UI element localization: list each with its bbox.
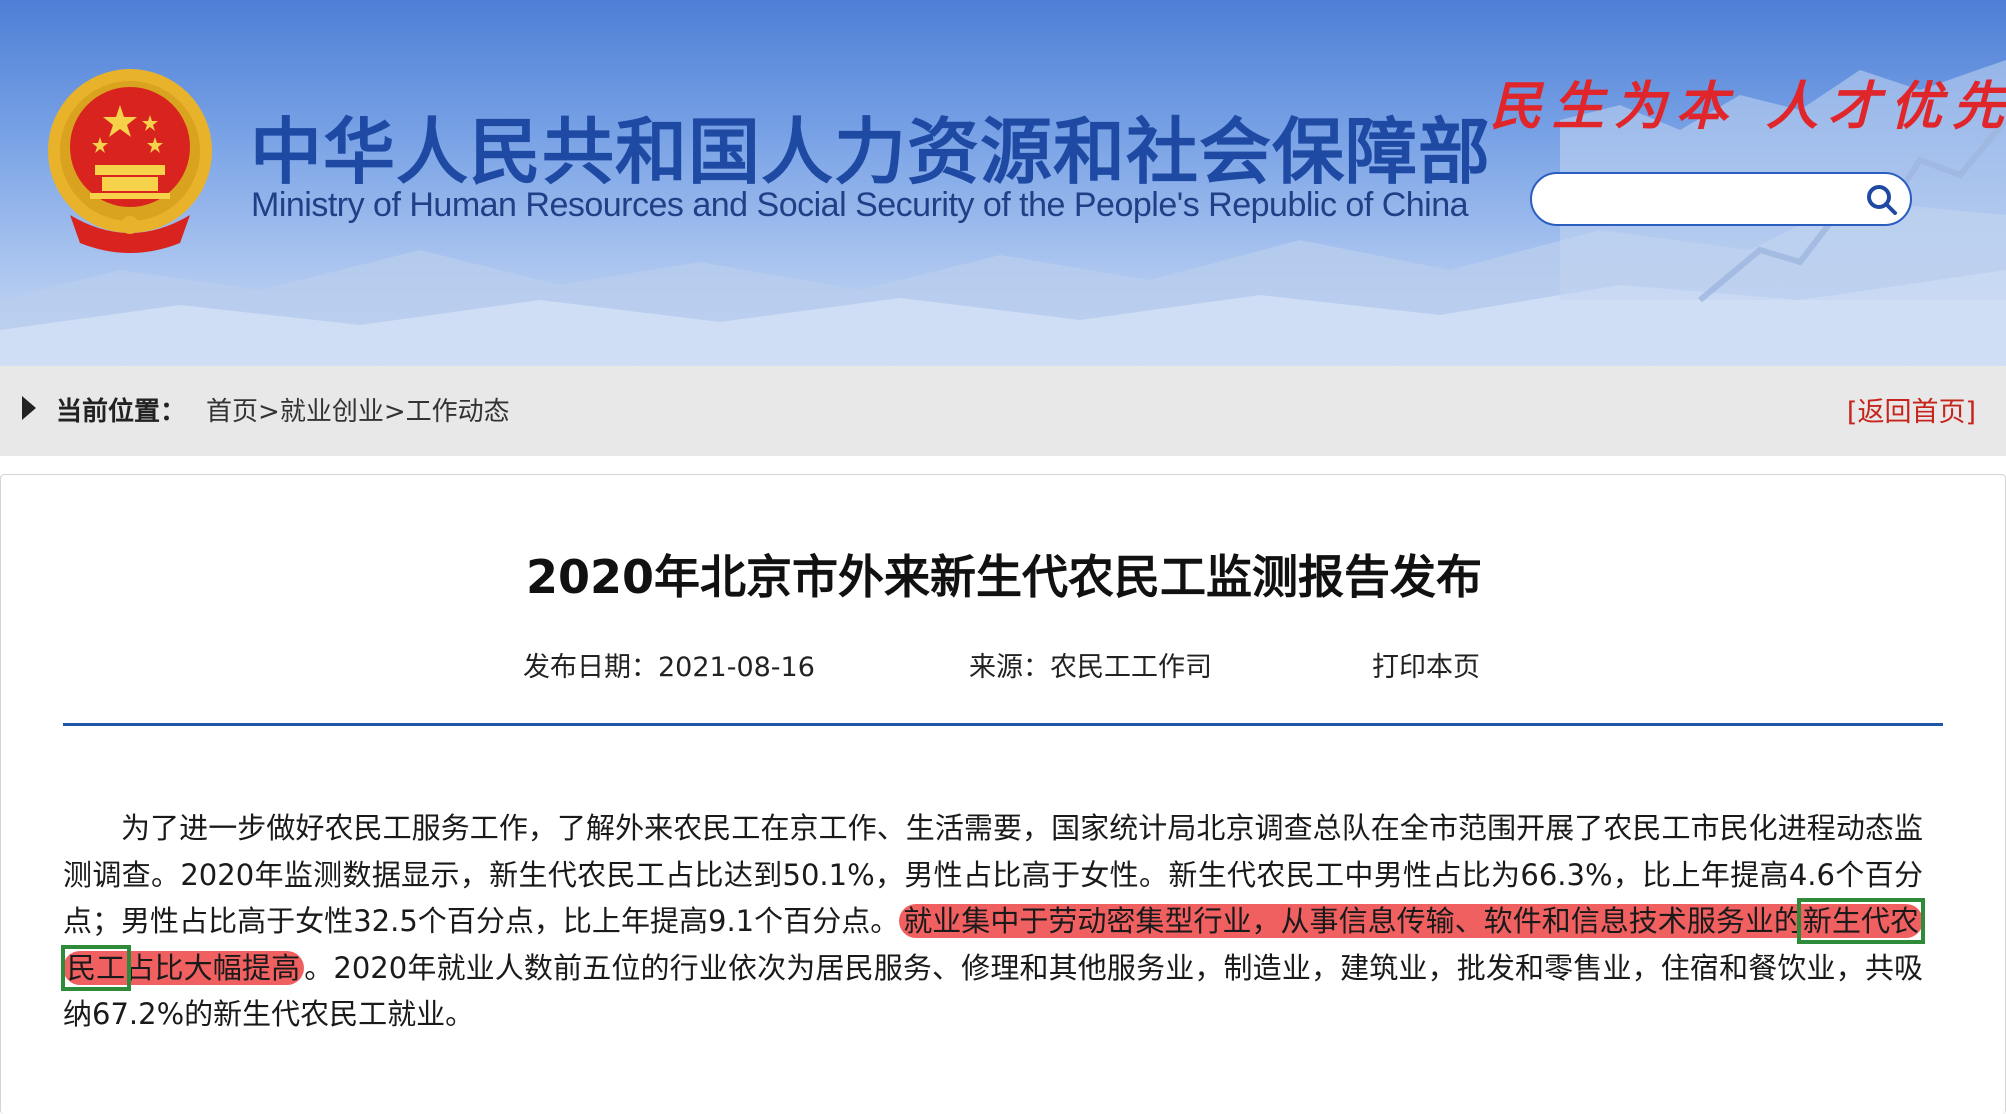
breadcrumb-link-work-news[interactable]: 工作动态 <box>406 397 510 427</box>
breadcrumb-label: 当前位置： <box>56 397 187 427</box>
article-source: 来源：农民工工作司 <box>969 652 1212 683</box>
breadcrumb-separator: > <box>258 397 280 427</box>
publish-date: 发布日期：2021-08-16 <box>523 652 815 683</box>
search-input[interactable] <box>1554 180 1858 220</box>
search-box[interactable] <box>1530 172 1912 226</box>
site-title: 中华人民共和国人力资源和社会保障部 <box>250 110 1492 194</box>
header-banner: 中华人民共和国人力资源和社会保障部 Ministry of Human Reso… <box>0 0 2006 366</box>
article-body: 为了进一步做好农民工服务工作，了解外来农民工在京工作、生活需要，国家统计局北京调… <box>61 805 1925 1038</box>
slogan: 民生为本 人才优先 <box>1490 76 2006 137</box>
meta-divider <box>63 723 1943 726</box>
breadcrumb-separator: > <box>383 397 406 427</box>
article-title: 2020年北京市外来新生代农民工监测报告发布 <box>525 550 1483 604</box>
play-arrow-icon <box>22 396 36 420</box>
search-icon[interactable] <box>1864 182 1900 218</box>
breadcrumb: 当前位置： 首页>就业创业>工作动态 [返回首页] <box>0 366 2006 456</box>
highlighted-text: 就业集中于劳动密集型行业，从事信息传输、软件和信息技术服务业的 <box>903 904 1803 938</box>
site-subtitle: Ministry of Human Resources and Social S… <box>251 186 1469 224</box>
national-emblem-icon <box>48 69 212 253</box>
article-card: 2020年北京市外来新生代农民工监测报告发布 发布日期：2021-08-16 来… <box>0 474 2006 1114</box>
body-text: 。2020年就业人数前五位的行业依次为居民服务、修理和其他服务业，制造业，建筑业… <box>63 950 1923 1032</box>
back-home-link[interactable]: [返回首页] <box>1847 390 1976 429</box>
print-page-link[interactable]: 打印本页 <box>1372 645 1480 684</box>
breadcrumb-path: 首页>就业创业>工作动态 <box>206 391 510 428</box>
breadcrumb-link-employment[interactable]: 就业创业 <box>280 397 384 427</box>
article-meta: 发布日期：2021-08-16 来源：农民工工作司 打印本页 <box>1 645 2006 685</box>
highlighted-text: 占比大幅提高 <box>125 950 301 985</box>
breadcrumb-link-home[interactable]: 首页 <box>206 397 258 427</box>
